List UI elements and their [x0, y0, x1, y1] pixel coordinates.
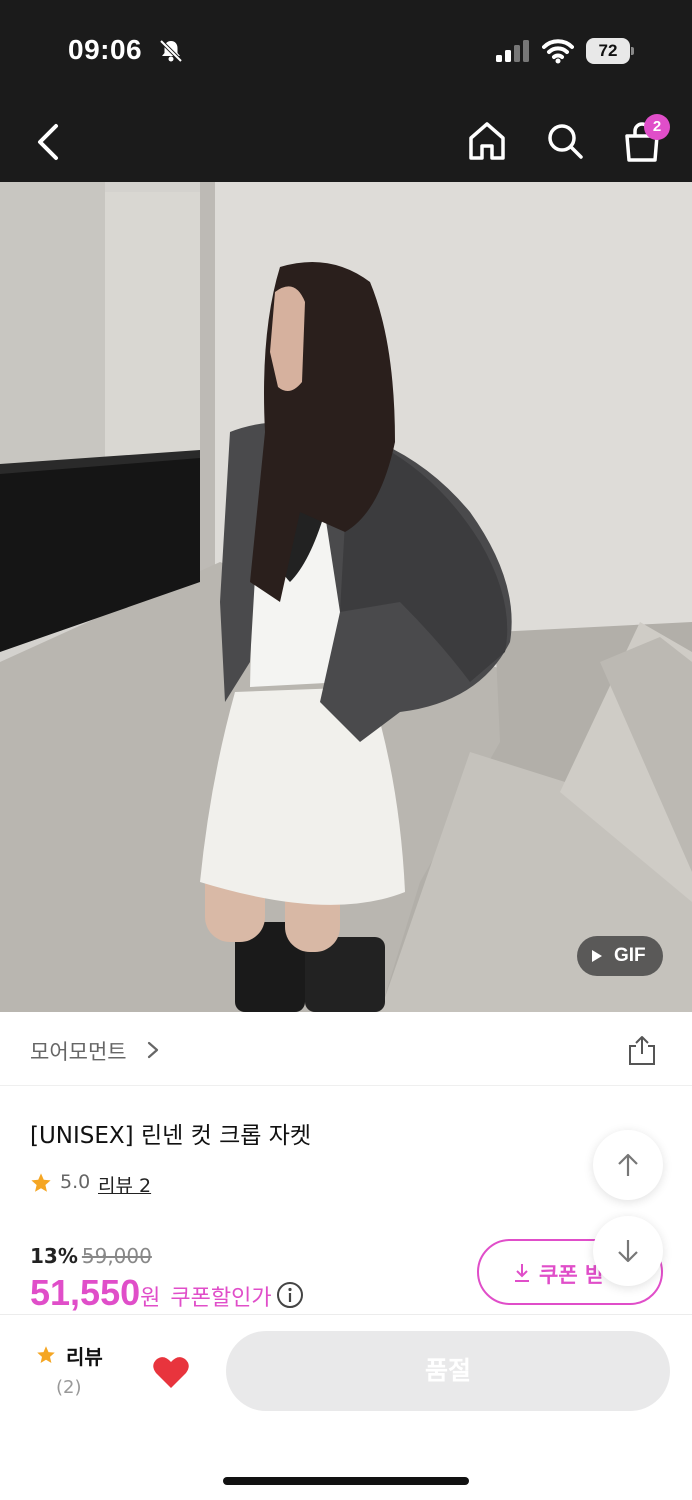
coupon-price-label: 쿠폰할인가 — [170, 1286, 272, 1311]
scroll-to-top-button[interactable] — [593, 1130, 663, 1200]
currency-label: 원 — [140, 1286, 161, 1311]
info-icon[interactable] — [276, 1281, 304, 1309]
bottom-action-bar: 리뷰 (2) 품절 — [0, 1314, 692, 1500]
battery-icon: 72 — [586, 38, 634, 64]
gif-label: GIF — [614, 945, 646, 966]
signal-icon — [496, 40, 529, 62]
star-icon — [31, 1173, 51, 1192]
product-title: [UNISEX] 린넨 컷 크롭 자켓 — [30, 1123, 312, 1149]
review-tab-label: 리뷰 — [66, 1345, 103, 1369]
top-nav-bar — [0, 100, 692, 182]
review-tab-button[interactable]: 리뷰 (2) — [36, 1341, 116, 1405]
star-icon — [37, 1346, 55, 1363]
home-indicator — [223, 1477, 469, 1485]
scroll-to-bottom-button[interactable] — [593, 1216, 663, 1286]
brand-row[interactable]: 모어모먼트 — [0, 1012, 692, 1086]
battery-level: 72 — [598, 41, 618, 60]
product-image[interactable] — [0, 182, 692, 1012]
arrow-down-icon — [618, 1240, 638, 1263]
review-link[interactable]: 리뷰 2 — [98, 1171, 151, 1198]
original-price: 59,000 — [81, 1244, 152, 1268]
bell-slash-icon — [159, 39, 183, 63]
status-bar: 09:06 72 — [0, 0, 692, 100]
share-icon[interactable] — [626, 1034, 658, 1066]
review-tab-count: (2) — [56, 1377, 82, 1398]
arrow-up-icon — [618, 1153, 638, 1176]
wifi-icon — [542, 39, 574, 64]
soldout-button[interactable]: 품절 — [226, 1331, 670, 1411]
chevron-right-icon — [147, 1041, 159, 1059]
gif-play-button[interactable]: GIF — [577, 936, 663, 976]
cart-count-badge: 2 — [644, 114, 670, 140]
back-icon[interactable] — [30, 122, 66, 162]
search-icon[interactable] — [544, 120, 586, 162]
discount-row: 13% 59,000 — [30, 1244, 152, 1268]
download-icon — [515, 1264, 529, 1282]
discount-rate: 13% — [30, 1244, 78, 1268]
price-row: 51,550원 쿠폰할인가 — [30, 1272, 304, 1314]
rating-score: 5.0 — [60, 1171, 91, 1193]
play-icon — [592, 950, 602, 962]
product-photo-illustration — [0, 182, 692, 1012]
heart-icon[interactable] — [152, 1355, 190, 1389]
home-icon[interactable] — [466, 120, 508, 162]
brand-name[interactable]: 모어모먼트 — [30, 1036, 127, 1066]
sale-price: 51,550 — [30, 1272, 141, 1313]
status-time: 09:06 — [68, 34, 143, 65]
